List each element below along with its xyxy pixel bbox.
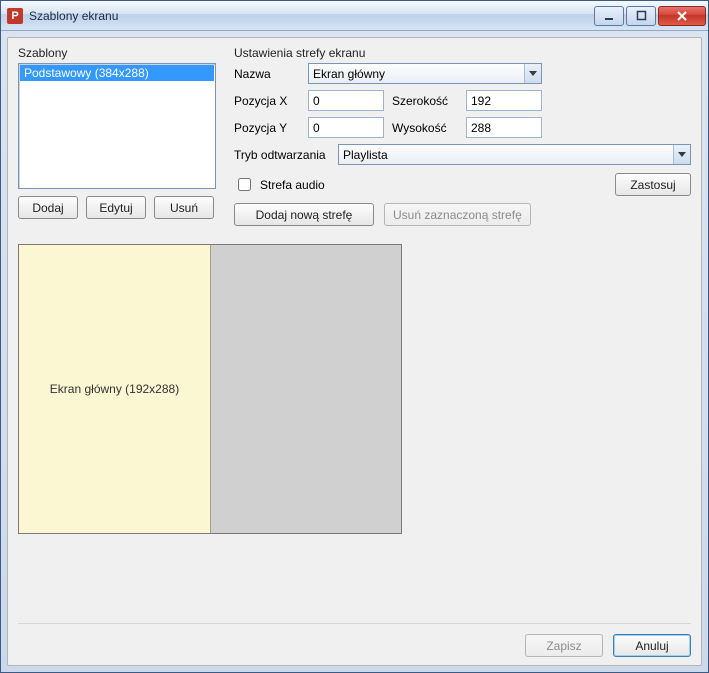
app-window: P Szablony ekranu Szablony Podstawowy (3… bbox=[0, 0, 709, 673]
templates-label: Szablony bbox=[18, 46, 216, 60]
chevron-down-icon[interactable] bbox=[673, 145, 690, 164]
height-label: Wysokość bbox=[392, 121, 458, 135]
templates-pane: Szablony Podstawowy (384x288) Dodaj Edyt… bbox=[18, 46, 216, 219]
preview-zone[interactable]: Ekran główny (192x288) bbox=[19, 245, 211, 533]
playmode-label: Tryb odtwarzania bbox=[234, 148, 330, 162]
posx-label: Pozycja X bbox=[234, 94, 300, 108]
playmode-combo[interactable]: Playlista bbox=[338, 144, 691, 165]
maximize-button[interactable] bbox=[626, 6, 656, 26]
close-button[interactable] bbox=[658, 6, 706, 26]
audio-checkbox[interactable] bbox=[238, 178, 251, 191]
add-zone-button[interactable]: Dodaj nową strefę bbox=[234, 203, 374, 226]
app-icon: P bbox=[7, 8, 23, 24]
client-area: Szablony Podstawowy (384x288) Dodaj Edyt… bbox=[7, 37, 702, 666]
name-value: Ekran główny bbox=[309, 67, 524, 81]
name-combo[interactable]: Ekran główny bbox=[308, 63, 542, 84]
window-title: Szablony ekranu bbox=[29, 9, 592, 23]
zone-settings-label: Ustawienia strefy ekranu bbox=[234, 46, 691, 60]
posy-input[interactable] bbox=[308, 117, 384, 138]
posy-label: Pozycja Y bbox=[234, 121, 300, 135]
playmode-value: Playlista bbox=[339, 148, 673, 162]
audio-label: Strefa audio bbox=[260, 178, 325, 192]
width-label: Szerokość bbox=[392, 94, 458, 108]
posx-input[interactable] bbox=[308, 90, 384, 111]
titlebar[interactable]: P Szablony ekranu bbox=[1, 1, 708, 31]
width-input[interactable] bbox=[466, 90, 542, 111]
window-controls bbox=[592, 6, 706, 26]
add-template-button[interactable]: Dodaj bbox=[18, 196, 78, 219]
height-input[interactable] bbox=[466, 117, 542, 138]
edit-template-button[interactable]: Edytuj bbox=[86, 196, 146, 219]
list-item[interactable]: Podstawowy (384x288) bbox=[20, 65, 214, 81]
name-label: Nazwa bbox=[234, 67, 300, 81]
dialog-footer: Zapisz Anuluj bbox=[18, 623, 691, 657]
minimize-button[interactable] bbox=[594, 6, 624, 26]
chevron-down-icon[interactable] bbox=[524, 64, 541, 83]
apply-button[interactable]: Zastosuj bbox=[615, 173, 691, 196]
cancel-button[interactable]: Anuluj bbox=[613, 634, 691, 657]
preview-canvas[interactable]: Ekran główny (192x288) bbox=[18, 244, 402, 534]
delete-template-button[interactable]: Usuń bbox=[154, 196, 214, 219]
save-button[interactable]: Zapisz bbox=[525, 634, 603, 657]
delete-zone-button[interactable]: Usuń zaznaczoną strefę bbox=[384, 203, 531, 226]
preview-zone-label: Ekran główny (192x288) bbox=[50, 382, 179, 396]
templates-listbox[interactable]: Podstawowy (384x288) bbox=[18, 63, 216, 189]
zone-settings-pane: Ustawienia strefy ekranu Nazwa Ekran głó… bbox=[234, 46, 691, 226]
